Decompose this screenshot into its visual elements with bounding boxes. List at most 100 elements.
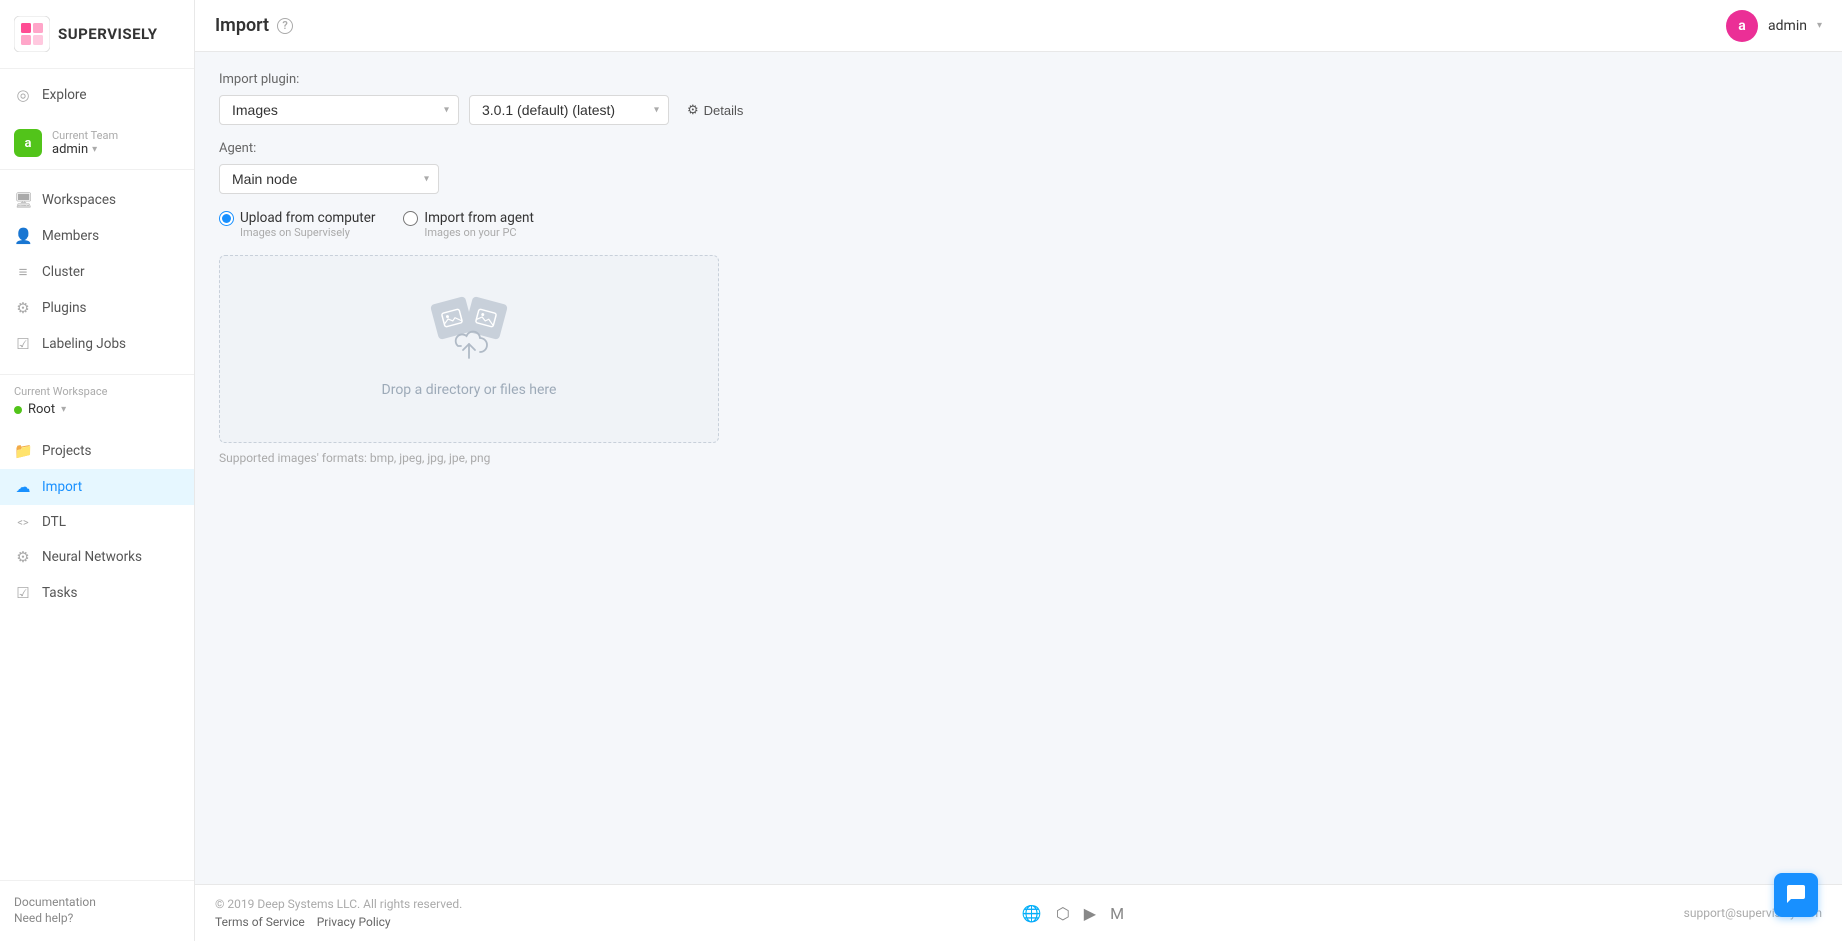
projects-icon: 📁 (14, 442, 32, 460)
plugins-icon: ⚙ (14, 299, 32, 317)
tasks-label: Tasks (42, 585, 77, 601)
upload-from-computer-option[interactable]: Upload from computer Images on Supervise… (219, 210, 375, 239)
team-nav: 🖥 Workspaces 👤 Members ≡ Cluster ⚙ Plugi… (0, 174, 194, 370)
youtube-icon[interactable]: ▶ (1084, 904, 1096, 923)
plugin-select-wrapper: Images ▾ (219, 95, 459, 125)
logo[interactable]: SUPERVISELY (0, 0, 194, 69)
members-label: Members (42, 228, 99, 244)
copyright-text: © 2019 Deep Systems LLC. All rights rese… (215, 897, 462, 911)
upload-computer-label: Upload from computer (240, 210, 375, 226)
team-avatar: a (14, 129, 42, 157)
footer-links: Terms of Service Privacy Policy (215, 915, 462, 929)
drop-formats: Supported images' formats: bmp, jpeg, jp… (219, 451, 1818, 465)
labeling-jobs-label: Labeling Jobs (42, 336, 126, 352)
sidebar-footer: Documentation Need help? (0, 880, 194, 941)
current-team-section: a Current Team admin ▾ (0, 121, 194, 165)
globe-icon[interactable]: 🌐 (1022, 904, 1042, 923)
workspace-chevron-icon: ▾ (61, 404, 66, 415)
image-svg-2 (474, 306, 498, 330)
terms-link[interactable]: Terms of Service (215, 915, 305, 929)
medium-icon[interactable]: M (1110, 904, 1124, 923)
workspace-nav: 📁 Projects ☁ Import <> DTL ⚙ Neural Netw… (0, 425, 194, 619)
topbar: Import ? a admin ▾ (195, 0, 1842, 52)
neural-networks-label: Neural Networks (42, 549, 142, 565)
source-radio-group: Upload from computer Images on Supervise… (219, 210, 1818, 239)
workspace-label: Current Workspace (14, 385, 180, 398)
workspace-name[interactable]: Root ▾ (14, 398, 180, 421)
page-title-area: Import ? (215, 15, 293, 36)
details-button[interactable]: ⚙ Details (679, 98, 751, 122)
footer-icons: 🌐 ⬡ ▶ M (1022, 904, 1124, 923)
agent-select[interactable]: Main node (219, 164, 439, 194)
dtl-label: DTL (42, 514, 66, 530)
sidebar-item-labeling-jobs[interactable]: ☑ Labeling Jobs (0, 326, 194, 362)
user-avatar: a (1726, 10, 1758, 42)
workspaces-icon: 🖥 (14, 191, 32, 209)
page-title: Import (215, 15, 269, 36)
sidebar-item-cluster[interactable]: ≡ Cluster (0, 254, 194, 290)
current-team-label: Current Team (52, 129, 118, 142)
chat-button[interactable] (1774, 873, 1818, 917)
sidebar-item-explore[interactable]: ◎ Explore (0, 77, 194, 113)
agent-select-wrapper: Main node ▾ (219, 164, 439, 194)
help-tooltip-icon[interactable]: ? (277, 18, 293, 34)
dtl-icon: <> (14, 516, 32, 529)
explore-icon: ◎ (14, 86, 32, 104)
github-icon[interactable]: ⬡ (1056, 904, 1070, 923)
upload-computer-radio[interactable] (219, 211, 234, 226)
workspace-status-dot (14, 406, 22, 414)
plugin-select[interactable]: Images (219, 95, 459, 125)
privacy-link[interactable]: Privacy Policy (317, 915, 391, 929)
gear-icon: ⚙ (687, 102, 699, 118)
sidebar-item-workspaces[interactable]: 🖥 Workspaces (0, 182, 194, 218)
image-svg-1 (440, 306, 464, 330)
workspaces-label: Workspaces (42, 192, 116, 208)
labeling-jobs-icon: ☑ (14, 335, 32, 353)
sidebar-item-plugins[interactable]: ⚙ Plugins (0, 290, 194, 326)
import-agent-sublabel: Images on your PC (403, 226, 533, 239)
neural-networks-icon: ⚙ (14, 548, 32, 566)
user-name: admin (1768, 18, 1807, 34)
projects-label: Projects (42, 443, 92, 459)
sidebar-item-neural-networks[interactable]: ⚙ Neural Networks (0, 539, 194, 575)
app-name: SUPERVISELY (58, 25, 158, 43)
cloud-upload-svg (450, 330, 488, 362)
version-select-wrapper: 3.0.1 (default) (latest) ▾ (469, 95, 669, 125)
sidebar-item-projects[interactable]: 📁 Projects (0, 433, 194, 469)
sidebar-item-tasks[interactable]: ☑ Tasks (0, 575, 194, 611)
workspace-section: Current Workspace Root ▾ (0, 379, 194, 425)
agent-label: Agent: (219, 141, 1818, 156)
import-agent-label: Import from agent (424, 210, 533, 226)
help-link[interactable]: Need help? (14, 911, 180, 925)
cluster-icon: ≡ (14, 263, 32, 281)
sidebar-item-members[interactable]: 👤 Members (0, 218, 194, 254)
sidebar-item-dtl[interactable]: <> DTL (0, 505, 194, 539)
main: Import ? a admin ▾ Import plugin: Images… (195, 0, 1842, 941)
drop-text: Drop a directory or files here (382, 382, 557, 398)
team-chevron-icon: ▾ (92, 144, 97, 155)
import-from-agent-option[interactable]: Import from agent Images on your PC (403, 210, 533, 239)
sidebar-item-import[interactable]: ☁ Import (0, 469, 194, 505)
tasks-icon: ☑ (14, 584, 32, 602)
drop-icon-area (429, 300, 509, 370)
page-footer: © 2019 Deep Systems LLC. All rights rese… (195, 884, 1842, 941)
team-info: Current Team admin ▾ (52, 129, 118, 157)
chat-icon (1785, 884, 1807, 906)
version-select[interactable]: 3.0.1 (default) (latest) (469, 95, 669, 125)
dropzone[interactable]: Drop a directory or files here (219, 255, 719, 443)
sidebar: SUPERVISELY ◎ Explore a Current Team adm… (0, 0, 195, 941)
footer-left: © 2019 Deep Systems LLC. All rights rese… (215, 897, 462, 929)
import-icon: ☁ (14, 478, 32, 496)
members-icon: 👤 (14, 227, 32, 245)
import-label: Import (42, 479, 82, 495)
plugin-row: Images ▾ 3.0.1 (default) (latest) ▾ ⚙ De… (219, 95, 1818, 125)
upload-cloud-icon (450, 330, 488, 370)
team-name[interactable]: admin ▾ (52, 142, 118, 157)
plugins-label: Plugins (42, 300, 87, 316)
top-nav: ◎ Explore (0, 69, 194, 121)
agent-row: Main node ▾ (219, 164, 1818, 194)
user-area[interactable]: a admin ▾ (1726, 10, 1822, 42)
import-agent-radio[interactable] (403, 211, 418, 226)
upload-computer-sublabel: Images on Supervisely (219, 226, 375, 239)
documentation-link[interactable]: Documentation (14, 895, 180, 909)
